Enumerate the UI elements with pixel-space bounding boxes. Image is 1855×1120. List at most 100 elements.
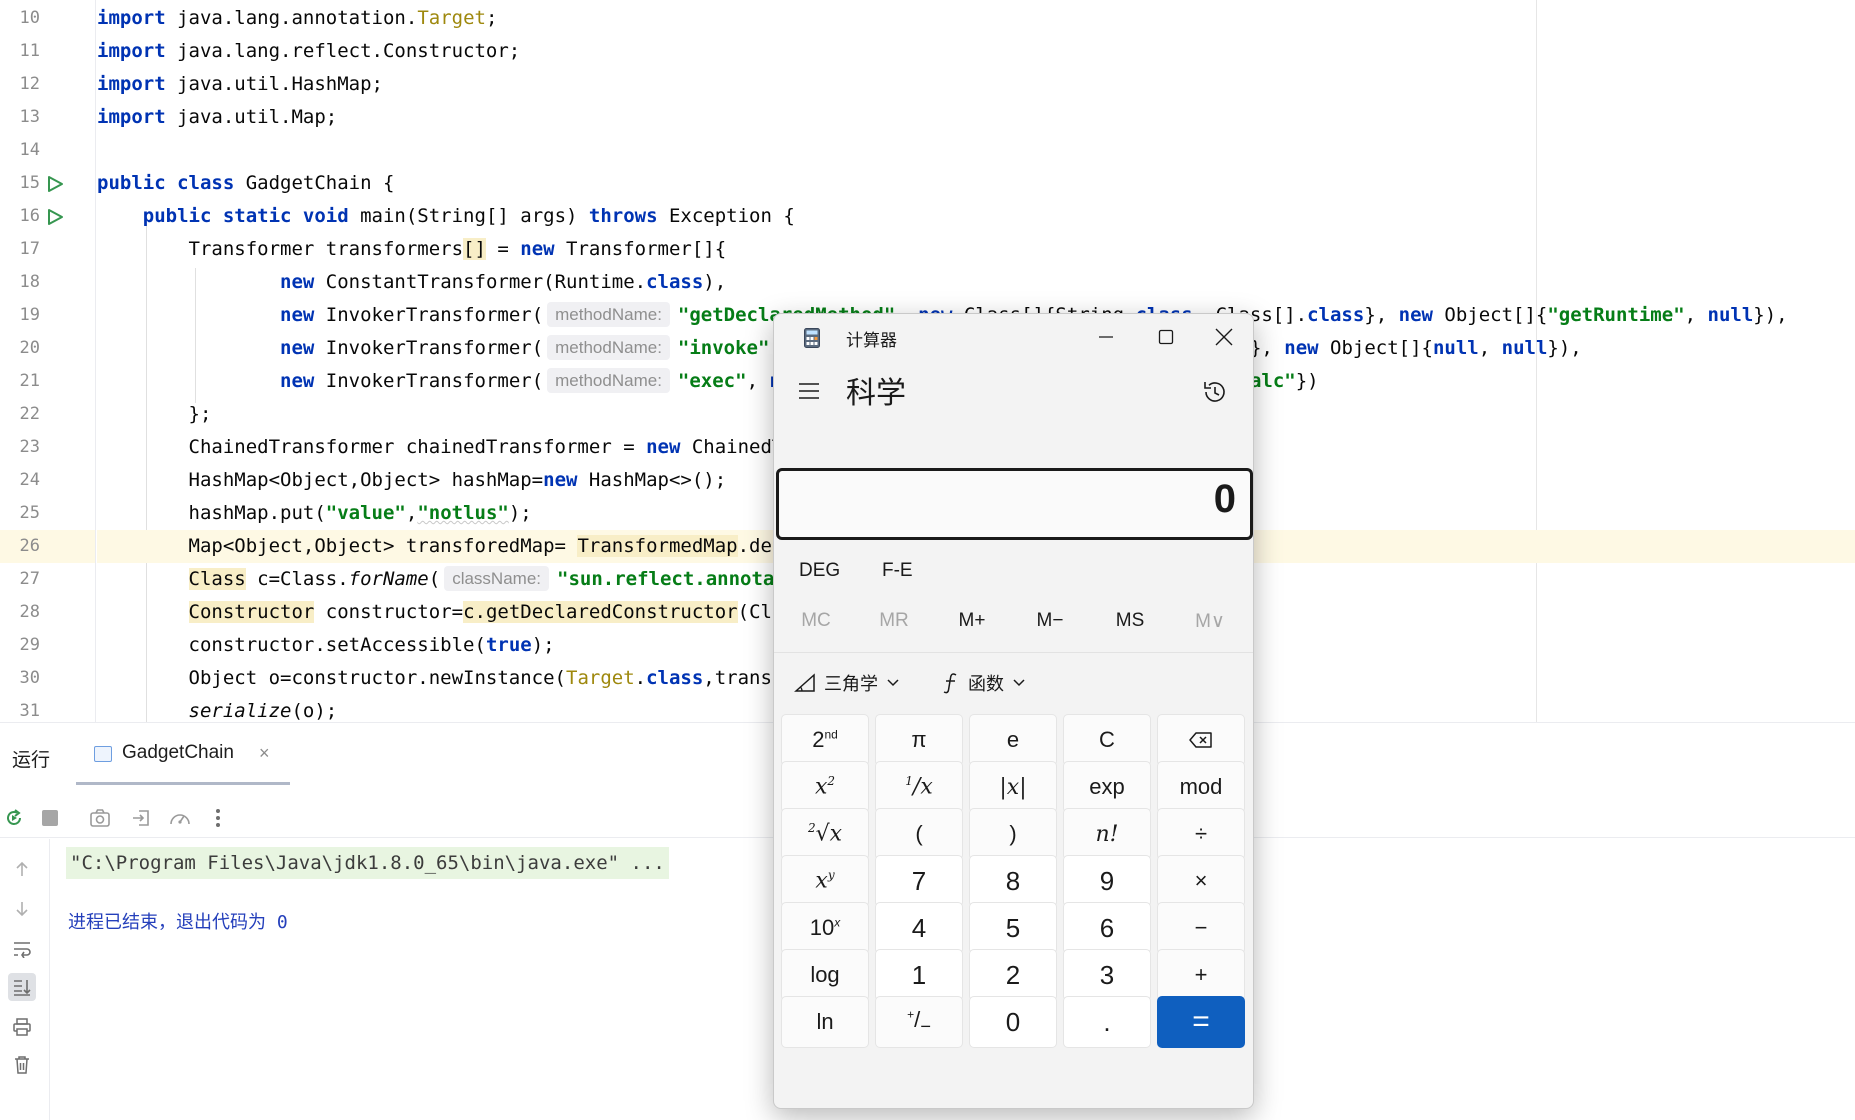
reciprocal-key[interactable]: 1/x xyxy=(875,761,963,813)
pi-key[interactable]: π xyxy=(875,714,963,766)
square-root-key[interactable]: 2√x xyxy=(781,808,869,860)
digit-3-key[interactable]: 3 xyxy=(1063,949,1151,1001)
minus-key[interactable]: − xyxy=(1157,902,1245,954)
equals-key[interactable]: = xyxy=(1157,996,1245,1048)
scroll-to-end-icon xyxy=(14,980,31,996)
calculator-window-title: 计算器 xyxy=(846,331,897,351)
run-panel-title: 运行 xyxy=(12,749,51,771)
code-line[interactable]: import java.util.Map; xyxy=(97,101,1855,134)
screenshot-button[interactable] xyxy=(88,806,112,830)
ten-power-key[interactable]: 10x xyxy=(781,902,869,954)
close-paren-key[interactable]: ) xyxy=(969,808,1057,860)
open-paren-key[interactable]: ( xyxy=(875,808,963,860)
exp-key[interactable]: exp xyxy=(1063,761,1151,813)
gutter-line: 11 xyxy=(0,35,95,68)
gutter-line: 19 xyxy=(0,299,95,332)
maximize-button[interactable] xyxy=(1136,318,1196,356)
factorial-key[interactable]: n! xyxy=(1063,808,1151,860)
code-line[interactable]: public class GadgetChain { xyxy=(97,167,1855,200)
angle-mode-button[interactable]: DEG xyxy=(799,560,840,582)
square-key[interactable]: x2 xyxy=(781,761,869,813)
memory-clear-button[interactable]: MC xyxy=(786,610,846,632)
backspace-key[interactable] xyxy=(1157,714,1245,766)
plus-key[interactable]: + xyxy=(1157,949,1245,1001)
memory-list-button[interactable]: M∨ xyxy=(1180,610,1240,633)
console-exit-message: 进程已结束，退出代码为 0 xyxy=(68,912,288,933)
fe-toggle-button[interactable]: F-E xyxy=(882,560,913,582)
code-line[interactable] xyxy=(97,134,1855,167)
scroll-to-end-button[interactable] xyxy=(8,973,36,1001)
code-line[interactable]: import java.lang.annotation.Target; xyxy=(97,2,1855,35)
code-line[interactable]: import java.util.HashMap; xyxy=(97,68,1855,101)
gutter-line: 25 xyxy=(0,497,95,530)
mod-key[interactable]: mod xyxy=(1157,761,1245,813)
log-key[interactable]: log xyxy=(781,949,869,1001)
triangle-ruler-icon xyxy=(794,673,815,692)
digit-7-key[interactable]: 7 xyxy=(875,855,963,907)
memory-store-button[interactable]: MS xyxy=(1100,610,1160,632)
restore-layout-button[interactable] xyxy=(129,806,153,830)
history-icon[interactable] xyxy=(1201,378,1229,406)
code-line[interactable]: Transformer transformers[] = new Transfo… xyxy=(97,233,1855,266)
more-options-button[interactable] xyxy=(206,806,230,830)
maximize-icon xyxy=(1158,329,1174,345)
speedometer-icon xyxy=(170,814,190,825)
close-button[interactable] xyxy=(1194,318,1253,356)
profiler-button[interactable] xyxy=(168,806,192,830)
gutter-line-current: 26 xyxy=(0,530,95,563)
memory-subtract-button[interactable]: M− xyxy=(1020,610,1080,632)
scroll-down-button[interactable] xyxy=(8,895,36,923)
memory-recall-button[interactable]: MR xyxy=(864,610,924,632)
gutter-line: 17 xyxy=(0,233,95,266)
line-number: 18 xyxy=(19,272,40,292)
decimal-key[interactable]: . xyxy=(1063,996,1151,1048)
digit-8-key[interactable]: 8 xyxy=(969,855,1057,907)
run-gutter-icon[interactable] xyxy=(46,175,64,193)
function-dropdown[interactable]: 函数 xyxy=(942,664,1034,702)
memory-add-button[interactable]: M+ xyxy=(942,610,1002,632)
calculator-app-icon xyxy=(804,328,820,348)
run-config-tab[interactable]: GadgetChain × xyxy=(76,723,290,785)
gutter-line: 12 xyxy=(0,68,95,101)
natural-log-key[interactable]: ln xyxy=(781,996,869,1048)
console-command-line[interactable]: "C:\Program Files\Java\jdk1.8.0_65\bin\j… xyxy=(66,847,669,879)
print-button[interactable] xyxy=(8,1013,36,1041)
digit-4-key[interactable]: 4 xyxy=(875,902,963,954)
absolute-value-key[interactable]: |x| xyxy=(969,761,1057,813)
second-function-key[interactable]: 2nd xyxy=(781,714,869,766)
trigonometry-dropdown[interactable]: 三角学 xyxy=(794,664,908,702)
digit-0-key[interactable]: 0 xyxy=(969,996,1057,1048)
gutter-line: 18 xyxy=(0,266,95,299)
minimize-button[interactable] xyxy=(1076,318,1136,356)
more-vertical-icon xyxy=(216,809,220,827)
rerun-button[interactable] xyxy=(2,806,26,830)
euler-key[interactable]: e xyxy=(969,714,1057,766)
digit-5-key[interactable]: 5 xyxy=(969,902,1057,954)
digit-2-key[interactable]: 2 xyxy=(969,949,1057,1001)
digit-9-key[interactable]: 9 xyxy=(1063,855,1151,907)
soft-wrap-button[interactable] xyxy=(8,935,36,963)
printer-icon xyxy=(13,1018,31,1036)
chevron-down-icon xyxy=(887,679,899,687)
code-line[interactable]: public static void main(String[] args) t… xyxy=(97,200,1855,233)
code-line[interactable]: new ConstantTransformer(Runtime.class), xyxy=(97,266,1855,299)
hamburger-menu-icon[interactable] xyxy=(798,382,820,400)
line-number: 23 xyxy=(19,437,40,457)
clear-console-button[interactable] xyxy=(8,1051,36,1079)
code-line[interactable]: import java.lang.reflect.Constructor; xyxy=(97,35,1855,68)
line-number: 10 xyxy=(19,8,40,28)
scroll-up-button[interactable] xyxy=(8,855,36,883)
clear-key[interactable]: C xyxy=(1063,714,1151,766)
negate-key[interactable]: +/− xyxy=(875,996,963,1048)
digit-6-key[interactable]: 6 xyxy=(1063,902,1151,954)
gutter-line: 27 xyxy=(0,563,95,596)
multiply-key[interactable]: × xyxy=(1157,855,1245,907)
calculator-titlebar[interactable]: 计算器 xyxy=(774,314,1253,358)
power-key[interactable]: xy xyxy=(781,855,869,907)
stop-button[interactable] xyxy=(38,806,62,830)
digit-1-key[interactable]: 1 xyxy=(875,949,963,1001)
divide-key[interactable]: ÷ xyxy=(1157,808,1245,860)
gutter-line: 16 xyxy=(0,200,95,233)
run-gutter-icon[interactable] xyxy=(46,208,64,226)
close-tab-icon[interactable]: × xyxy=(259,743,270,764)
